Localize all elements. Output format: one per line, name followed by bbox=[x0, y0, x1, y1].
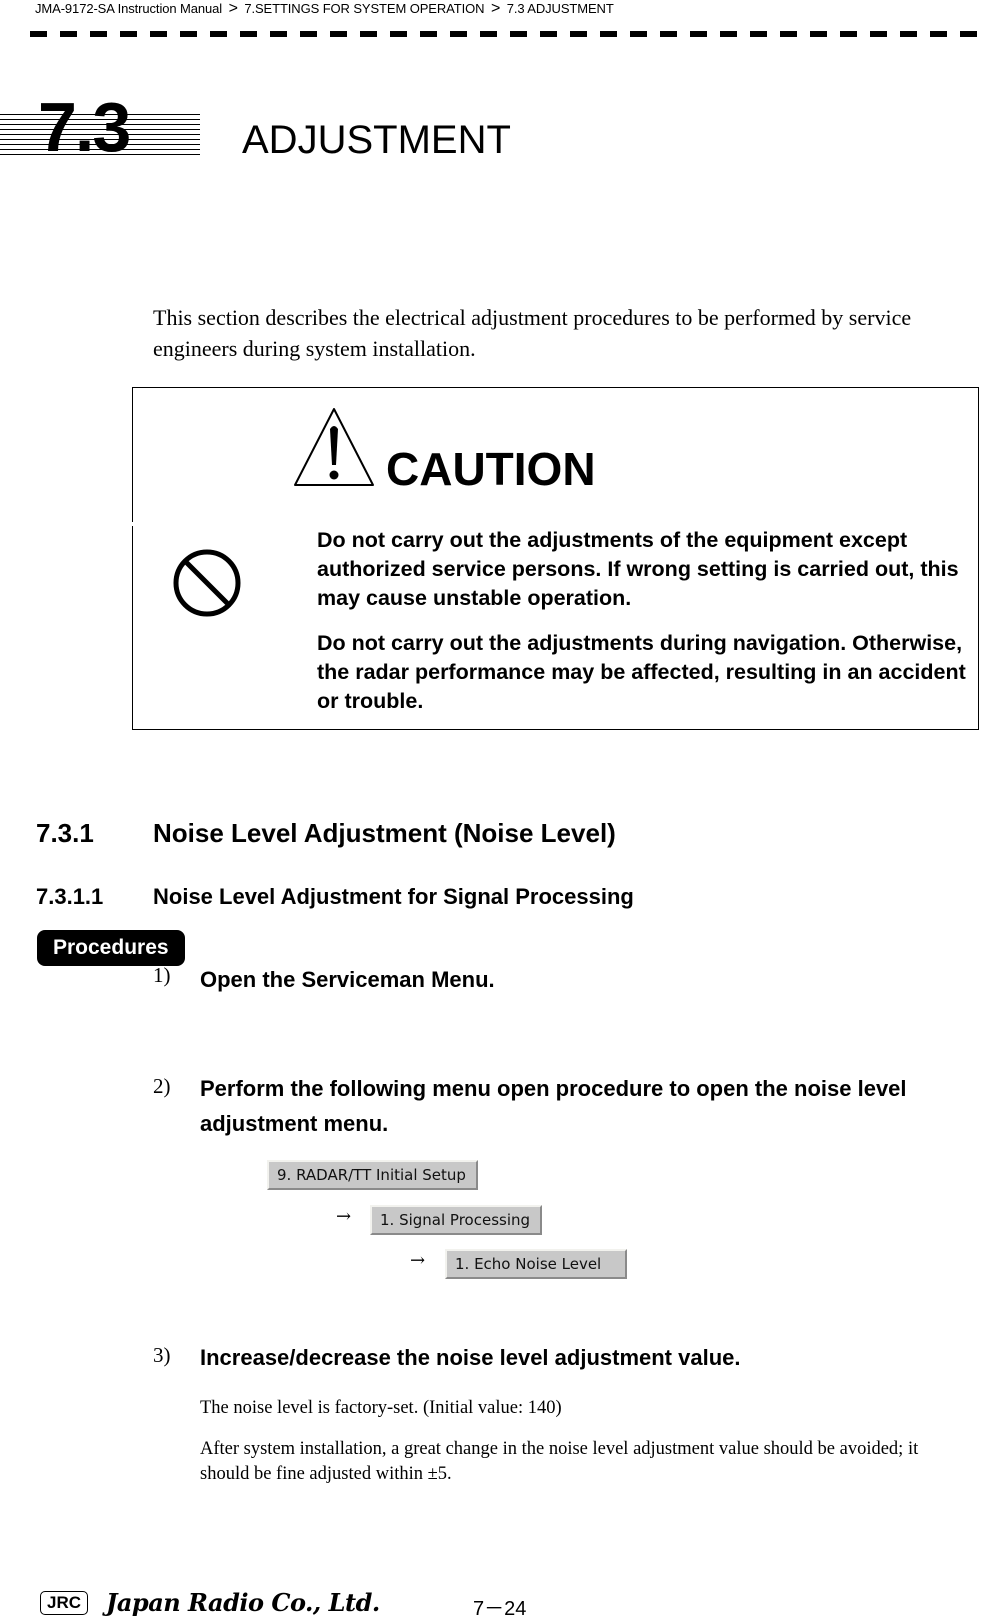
jrc-logo: JRC bbox=[40, 1590, 89, 1615]
caution-box-divider bbox=[132, 522, 135, 526]
menu-button-radar-tt-initial-setup[interactable]: 9. RADAR/TT Initial Setup bbox=[267, 1160, 478, 1190]
warning-triangle-icon bbox=[292, 405, 376, 494]
company-name: Japan Radio Co., Ltd. bbox=[106, 1588, 380, 1617]
step-note: After system installation, a great chang… bbox=[200, 1439, 919, 1484]
step-text: Increase/decrease the noise level adjust… bbox=[200, 1345, 741, 1370]
section-number: 7.3.1 bbox=[36, 818, 94, 848]
page-number: 7－24 bbox=[473, 1598, 527, 1620]
header-dashed-divider bbox=[30, 31, 984, 37]
footer-logo: JRC Japan Radio Co., Ltd. bbox=[40, 1588, 380, 1617]
caution-paragraph: Do not carry out the adjustments of the … bbox=[317, 528, 959, 610]
procedures-badge: Procedures bbox=[37, 930, 185, 966]
breadcrumb-item-chapter[interactable]: 7.SETTINGS FOR SYSTEM OPERATION bbox=[244, 1, 484, 16]
step-number: 2) bbox=[153, 1074, 171, 1098]
step-text: Perform the following menu open procedur… bbox=[200, 1076, 907, 1136]
breadcrumb-item-manual[interactable]: JMA-9172-SA Instruction Manual bbox=[35, 1, 222, 16]
step-number: 3) bbox=[153, 1343, 171, 1367]
breadcrumb-separator: > bbox=[490, 0, 501, 17]
subsection-number: 7.3.1.1 bbox=[36, 884, 104, 909]
breadcrumb-separator: > bbox=[228, 0, 238, 17]
step-number: 1) bbox=[153, 963, 171, 987]
breadcrumb-item-section[interactable]: 7.3 ADJUSTMENT bbox=[507, 1, 614, 16]
chapter-number: 7.3 bbox=[38, 88, 131, 166]
section-title: Noise Level Adjustment (Noise Level) bbox=[153, 818, 616, 848]
arrow-right-icon: → bbox=[410, 1250, 426, 1271]
arrow-right-icon: → bbox=[336, 1206, 352, 1227]
step-text: Open the Serviceman Menu. bbox=[200, 967, 495, 992]
subsection-title: Noise Level Adjustment for Signal Proces… bbox=[153, 884, 634, 909]
chapter-number-block: 7.3 bbox=[0, 92, 200, 162]
menu-button-signal-processing[interactable]: 1. Signal Processing bbox=[370, 1205, 543, 1235]
breadcrumb: JMA-9172-SA Instruction Manual > 7.SETTI… bbox=[35, 0, 614, 18]
prohibition-icon bbox=[172, 547, 242, 624]
menu-button-echo-noise-level[interactable]: 1. Echo Noise Level bbox=[445, 1249, 627, 1279]
caution-text: Do not carry out the adjustments of the … bbox=[317, 526, 972, 732]
caution-heading: CAUTION bbox=[292, 404, 596, 494]
caution-paragraph: Do not carry out the adjustments during … bbox=[317, 631, 966, 713]
step-note: The noise level is factory-set. (Initial… bbox=[200, 1398, 562, 1418]
chapter-title: ADJUSTMENT bbox=[242, 118, 511, 162]
intro-paragraph: This section describes the electrical ad… bbox=[153, 305, 912, 361]
caution-label: CAUTION bbox=[386, 443, 596, 495]
